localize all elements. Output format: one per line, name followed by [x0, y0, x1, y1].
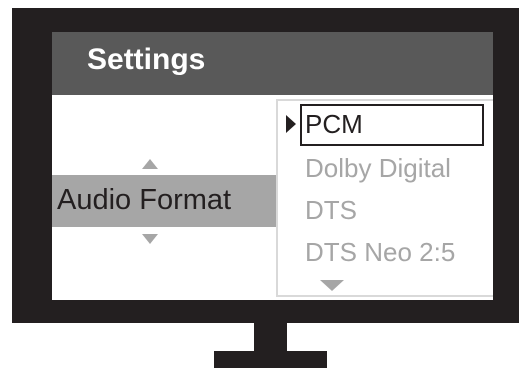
scroll-down-icon[interactable] — [142, 234, 158, 244]
monitor-stand-base — [214, 351, 327, 368]
page-title: Settings — [87, 43, 206, 76]
pointer-arrow-icon — [286, 115, 296, 133]
scroll-up-icon[interactable] — [142, 159, 158, 169]
dropdown-option-dts-neo[interactable]: DTS Neo 2:5 — [278, 232, 492, 274]
dropdown-option-dolby-digital[interactable]: Dolby Digital — [278, 148, 492, 190]
title-bar: Settings — [52, 32, 493, 95]
monitor-stand-neck — [254, 323, 287, 353]
option-label: DTS — [305, 195, 357, 225]
audio-format-dropdown[interactable]: PCM Dolby Digital DTS DTS Neo 2:5 — [276, 99, 493, 297]
tv-illustration: Settings Audio Format PCM Dolby Digital … — [0, 0, 523, 368]
settings-screen: Settings Audio Format PCM Dolby Digital … — [52, 32, 493, 300]
setting-label: Audio Format — [57, 184, 232, 216]
option-label: PCM — [305, 109, 363, 139]
option-label: DTS Neo 2:5 — [305, 237, 456, 267]
dropdown-option-pcm[interactable]: PCM — [278, 104, 492, 146]
dropdown-option-dts[interactable]: DTS — [278, 190, 492, 232]
setting-row-audio-format[interactable]: Audio Format — [52, 175, 282, 227]
option-label: Dolby Digital — [305, 153, 451, 183]
more-options-down-icon[interactable] — [320, 280, 344, 291]
